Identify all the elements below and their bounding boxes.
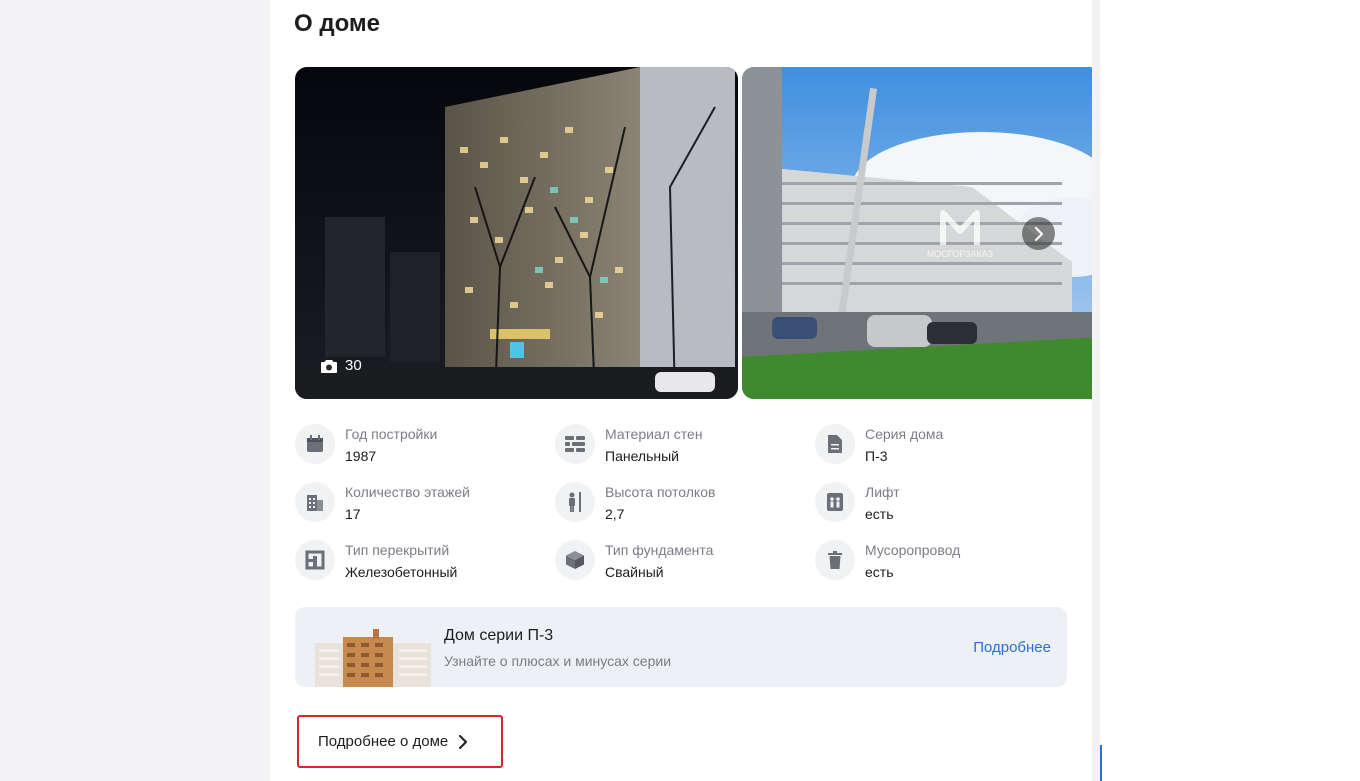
calendar-icon	[295, 424, 335, 464]
camera-icon	[321, 359, 337, 373]
wall-bricks-icon	[555, 424, 595, 464]
chevron-right-icon	[459, 734, 468, 749]
elevator-icon	[815, 482, 855, 522]
photo-counter: 30	[321, 357, 362, 374]
foundation-cube-icon	[555, 540, 595, 580]
document-icon	[815, 424, 855, 464]
series-subtitle: Узнайте о плюсах и минусах серии	[444, 653, 672, 669]
trash-bin-icon	[815, 540, 855, 580]
feature-foundation: Тип фундамента Свайный	[555, 536, 805, 586]
right-panel	[1100, 0, 1360, 781]
house-series-banner[interactable]: Дом серии П-3 Узнайте о плюсах и минусах…	[295, 607, 1067, 687]
feature-build-year: Год постройки 1987	[295, 420, 545, 470]
chevron-right-icon	[1034, 226, 1043, 241]
feature-floors: Количество этажей 17	[295, 478, 545, 528]
feature-garbage-chute: Мусоропровод есть	[815, 536, 1065, 586]
feature-wall-material: Материал стен Панельный	[555, 420, 805, 470]
gallery-next-button[interactable]	[1022, 217, 1055, 250]
about-house-card: О доме 30 МОСГОРЗАКАЗ Год постройки 1987…	[270, 0, 1092, 781]
photo-count: 30	[345, 357, 362, 374]
feature-ceiling-height: Высота потолков 2,7	[555, 478, 805, 528]
series-building-thumbnail	[313, 629, 433, 687]
floor-slab-icon	[295, 540, 335, 580]
more-about-house-button[interactable]: Подробнее о доме	[297, 715, 503, 768]
ceiling-height-icon	[555, 482, 595, 522]
series-title: Дом серии П-3	[444, 627, 554, 644]
scroll-indicator	[1100, 745, 1102, 781]
more-about-house-label: Подробнее о доме	[318, 733, 449, 750]
feature-elevator: Лифт есть	[815, 478, 1065, 528]
gallery-photo-night[interactable]: 30	[295, 67, 738, 399]
feature-floor-slab: Тип перекрытий Железобетонный	[295, 536, 545, 586]
series-more-link[interactable]: Подробнее	[973, 639, 1051, 656]
photo-gallery: 30 МОСГОРЗАКАЗ	[295, 67, 1092, 399]
section-title: О доме	[294, 10, 381, 37]
building-icon	[295, 482, 335, 522]
feature-house-series: Серия дома П-3	[815, 420, 1065, 470]
house-features: Год постройки 1987 Материал стен Панельн…	[295, 420, 1075, 600]
watermark-logo: МОСГОРЗАКАЗ	[925, 207, 995, 277]
